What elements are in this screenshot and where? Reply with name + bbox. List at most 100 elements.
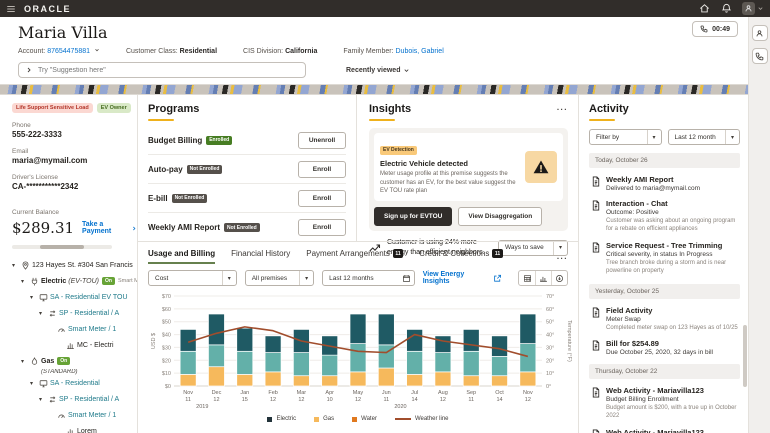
svg-text:0°: 0° xyxy=(546,384,551,390)
external-link-icon xyxy=(494,274,502,282)
tree-node-label[interactable]: SP - Residential / A xyxy=(59,310,119,317)
cost-dropdown[interactable]: Cost ▾ xyxy=(148,270,237,286)
legend-item[interactable]: Gas xyxy=(314,416,334,422)
tab-label: Usage and Billing xyxy=(148,249,216,258)
tree-node[interactable]: Smart Meter / 1 xyxy=(12,407,137,423)
recently-viewed-dropdown[interactable]: Recently viewed xyxy=(346,67,410,74)
legend-item[interactable]: Weather line xyxy=(394,416,449,422)
tree-node[interactable]: ▾ Gas On xyxy=(12,353,137,369)
gauge-icon xyxy=(57,411,68,420)
timeline-strip[interactable] xyxy=(0,84,748,95)
svg-text:12: 12 xyxy=(270,397,276,403)
expand-chevron-icon[interactable]: ▾ xyxy=(12,262,21,269)
activity-item[interactable]: Service Request - Tree Trimming Critical … xyxy=(589,241,740,276)
activity-item[interactable]: Field Activity Meter Swap Completed meter … xyxy=(589,306,740,332)
expand-chevron-icon[interactable]: ▾ xyxy=(21,278,30,285)
search-box[interactable] xyxy=(18,62,306,78)
activity-range-dropdown[interactable]: Last 12 month ▾ xyxy=(667,129,740,145)
legend-label: Gas xyxy=(323,416,335,422)
activity-item[interactable]: Web Activity - Mariavilla123Completed Ho… xyxy=(589,428,740,433)
tree-node-label[interactable]: Smart Meter / 1 xyxy=(68,412,116,419)
insights-overflow-menu-icon[interactable]: ... xyxy=(557,103,568,112)
contact-phone-icon[interactable] xyxy=(751,48,768,64)
svg-text:20°: 20° xyxy=(546,358,554,364)
tab-usage-and-billing[interactable]: Usage and Billing xyxy=(148,249,216,264)
take-a-payment-link[interactable]: Take a Payment xyxy=(82,221,137,235)
chart-view-switcher xyxy=(518,270,568,286)
tree-node[interactable]: ▾ Electric(EV-TOU)OnSmart Met xyxy=(12,273,137,289)
usage-chart[interactable]: $0 0° $10 10° $20 20° $30 30° $40 40° $50 50° $60 60°… xyxy=(148,290,572,422)
call-timer-value: 00:49 xyxy=(712,25,730,33)
account-number[interactable]: 87654475881 xyxy=(47,48,90,55)
expand-chevron-icon[interactable]: ▾ xyxy=(39,396,48,403)
premises-dropdown[interactable]: All premises ▾ xyxy=(244,270,315,286)
user-avatar[interactable] xyxy=(742,2,755,15)
view-energy-insights-link[interactable]: View Energy Insights xyxy=(423,271,502,285)
legend-item[interactable]: Electric xyxy=(267,416,296,422)
tree-node[interactable]: ▾ SA - Residential xyxy=(12,375,137,391)
activity-item[interactable]: Interaction - Chat Outcome: Positive Custo… xyxy=(589,199,740,234)
family-member-label: Family Member: xyxy=(343,47,394,55)
tree-node[interactable]: ▾ SA - Residential EV TOU xyxy=(12,289,137,305)
activity-filter-dropdown[interactable]: Filter by ▾ xyxy=(589,129,662,145)
expand-chevron-icon[interactable]: ▾ xyxy=(30,380,39,387)
unenroll-button[interactable]: Unenroll xyxy=(298,131,346,149)
sign-up-evtou-button[interactable]: Sign up for EVTOU xyxy=(374,207,453,227)
date-range-field[interactable]: Last 12 months xyxy=(322,270,415,286)
call-timer-button[interactable]: 00:49 xyxy=(692,21,738,37)
activity-scrollbar[interactable] xyxy=(743,325,747,387)
tree-node[interactable]: Lorem xyxy=(12,423,137,433)
expand-chevron-icon[interactable]: ▾ xyxy=(21,358,30,365)
export-icon[interactable] xyxy=(551,271,567,285)
contact-field: Phone 555-222-3333 xyxy=(12,122,137,139)
tree-node[interactable]: ▾ 123 Hayes St. #304 San Francis xyxy=(12,257,137,273)
tree-node-label[interactable]: SA - Residential xyxy=(50,380,100,387)
contact-person-icon[interactable] xyxy=(751,25,768,41)
tree-node[interactable]: ▾ SP - Residential / A xyxy=(12,305,137,321)
tree-node-label[interactable]: Smart Meter / 1 xyxy=(68,326,116,333)
search-input[interactable] xyxy=(38,66,299,74)
usage-overflow-menu-icon[interactable]: ... xyxy=(557,252,568,261)
svg-text:11: 11 xyxy=(185,397,191,403)
table-view-icon[interactable] xyxy=(519,271,535,285)
enroll-button[interactable]: Enroll xyxy=(298,160,346,178)
avatar-chevron-down-icon[interactable] xyxy=(757,5,764,12)
view-energy-insights-label: View Energy Insights xyxy=(422,271,465,285)
enroll-button[interactable]: Enroll xyxy=(298,219,346,236)
oracle-logo: ORACLE xyxy=(24,3,71,14)
account-field[interactable]: Account: 87654475881 xyxy=(18,47,100,55)
legend-item[interactable]: Water xyxy=(352,416,377,422)
expand-chevron-icon[interactable]: ▾ xyxy=(30,294,39,301)
tab-payment-arrangements[interactable]: Payment Arrangements 11 xyxy=(306,249,404,264)
tab-credit-collections[interactable]: Credit & Collections 11 xyxy=(419,249,503,264)
notifications-bell-icon[interactable] xyxy=(720,2,733,15)
home-icon[interactable] xyxy=(698,2,711,15)
family-member-link[interactable]: Dubois, Gabriel xyxy=(396,48,444,55)
bar-chart-view-icon[interactable] xyxy=(535,271,551,285)
program-row: E-bill Not Enrolled Enroll xyxy=(148,184,346,213)
activity-item[interactable]: Bill for $254.89 Due October 25, 2020, 32… xyxy=(589,339,740,356)
tree-node[interactable]: MC - Electri xyxy=(12,337,137,353)
tab-label: Payment Arrangements xyxy=(306,249,390,258)
tab-financial-history[interactable]: Financial History xyxy=(231,249,290,264)
contact-field: Email maria@mymail.com xyxy=(12,148,137,165)
hamburger-menu-icon[interactable] xyxy=(6,4,18,14)
svg-text:50°: 50° xyxy=(546,320,554,326)
activity-item[interactable]: Weekly AMI Report Delivered to maria@myma… xyxy=(589,175,740,192)
sidebar-horizontal-scrollbar[interactable] xyxy=(12,245,112,249)
tree-node-label: 123 Hayes St. #304 San Francis xyxy=(32,261,133,269)
view-disaggregation-button[interactable]: View Disaggregation xyxy=(458,207,543,227)
activity-date-header: Thursday, October 22 xyxy=(589,363,740,379)
tree-node[interactable]: Smart Meter / 1 xyxy=(12,321,137,337)
activity-item-title: Web Activity - Mariavilla123 xyxy=(606,427,704,433)
cis-division-label: CIS Division: xyxy=(243,47,284,55)
tree-node-label[interactable]: SA - Residential EV TOU xyxy=(50,294,128,301)
expand-chevron-icon[interactable]: ▾ xyxy=(39,310,48,317)
activity-item[interactable]: Web Activity - Mariavilla123 Budget Billi… xyxy=(589,386,740,421)
tree-node-label[interactable]: SP - Residential / A xyxy=(59,396,119,403)
account-chevron-down-icon[interactable] xyxy=(94,47,100,53)
enroll-button[interactable]: Enroll xyxy=(298,189,346,207)
sidebar-badge: EV Owner xyxy=(96,103,131,113)
field-label: Driver's License xyxy=(12,174,59,181)
tree-node[interactable]: ▾ SP - Residential / A xyxy=(12,391,137,407)
